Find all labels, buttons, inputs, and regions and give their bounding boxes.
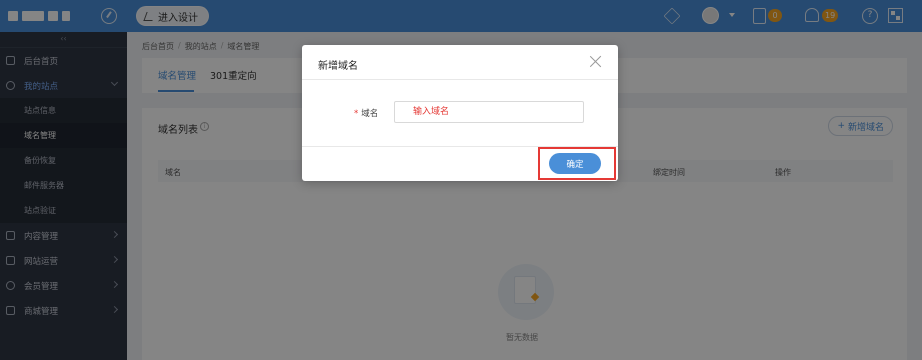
close-icon[interactable] (589, 55, 602, 68)
required-mark: * (354, 109, 359, 119)
add-domain-dialog: 新增域名 *域名 确定 (302, 45, 618, 181)
confirm-button[interactable]: 确定 (549, 153, 601, 174)
divider (302, 79, 618, 80)
domain-input[interactable] (394, 101, 584, 123)
dialog-title: 新增域名 (318, 61, 358, 72)
domain-field-label: * 域名 (354, 109, 379, 119)
